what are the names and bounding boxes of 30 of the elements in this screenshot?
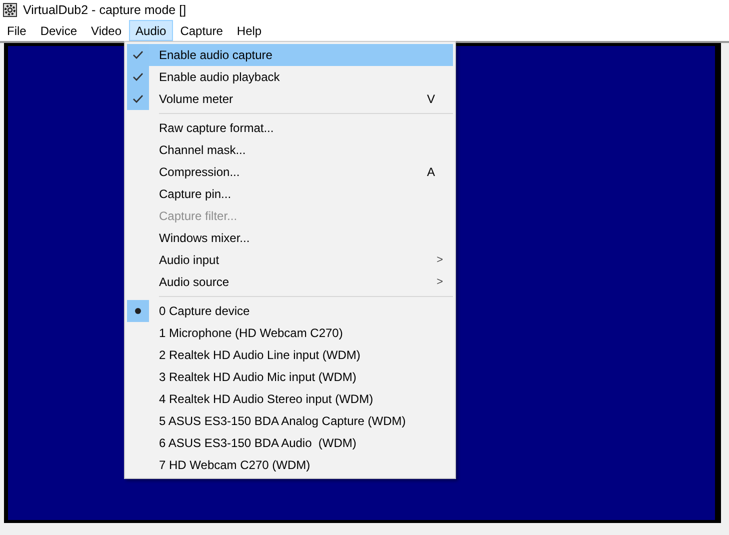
- menu-item[interactable]: Capture: [173, 20, 230, 41]
- gear-icon: [3, 3, 17, 17]
- submenu-arrow: >: [436, 276, 443, 288]
- menu-item[interactable]: 4 Realtek HD Audio Stereo input (WDM): [127, 388, 453, 410]
- menu-item[interactable]: Enable audio capture: [127, 44, 453, 66]
- menu-item[interactable]: Help: [230, 20, 269, 41]
- menu-item[interactable]: Audio input >: [127, 249, 453, 271]
- menu-item[interactable]: 3 Realtek HD Audio Mic input (WDM): [127, 366, 453, 388]
- menu-item[interactable]: Raw capture format...: [127, 117, 453, 139]
- menu-item[interactable]: Compression... A: [127, 161, 453, 183]
- submenu-arrow: >: [436, 254, 443, 266]
- menu-item[interactable]: 1 Microphone (HD Webcam C270): [127, 322, 453, 344]
- menu-item[interactable]: Enable audio playback: [127, 66, 453, 88]
- menu-item[interactable]: Audio source >: [127, 271, 453, 293]
- shortcut-label: A: [426, 165, 435, 179]
- menu-item[interactable]: Device: [33, 20, 84, 41]
- window-title: VirtualDub2 - capture mode []: [23, 3, 186, 17]
- menu-item[interactable]: Video: [84, 20, 129, 41]
- menu-item[interactable]: 5 ASUS ES3-150 BDA Analog Capture (WDM): [127, 410, 453, 432]
- menu-item[interactable]: 7 HD Webcam C270 (WDM): [127, 454, 453, 476]
- menu-item[interactable]: File: [0, 20, 34, 41]
- menu-item[interactable]: Channel mask...: [127, 139, 453, 161]
- menu-item[interactable]: Capture pin...: [127, 183, 453, 205]
- menu-item[interactable]: 6 ASUS ES3-150 BDA Audio (WDM): [127, 432, 453, 454]
- menu-item[interactable]: Windows mixer...: [127, 227, 453, 249]
- menu-item[interactable]: 0 Capture device: [127, 300, 453, 322]
- menu-item[interactable]: Audio: [128, 20, 174, 41]
- shortcut-label: V: [426, 92, 435, 106]
- menu-item[interactable]: Volume meter V: [127, 88, 453, 110]
- menu-item[interactable]: 2 Realtek HD Audio Line input (WDM): [127, 344, 453, 366]
